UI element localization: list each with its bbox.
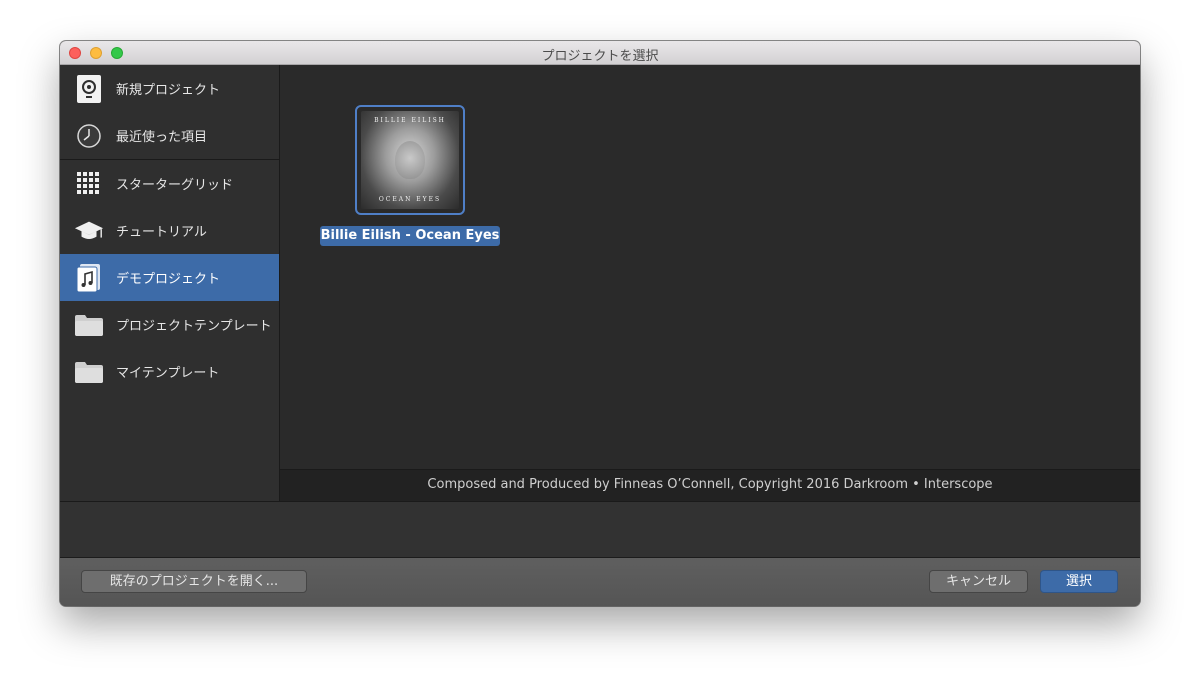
album-art-artist: BILLIE EILISH xyxy=(374,117,446,124)
sidebar-item-my-templates[interactable]: マイテンプレート xyxy=(60,348,279,395)
new-project-icon xyxy=(74,74,104,104)
clock-icon xyxy=(74,121,104,151)
footer-bar: 既存のプロジェクトを開く... キャンセル 選択 xyxy=(60,557,1140,606)
sidebar-item-label: マイテンプレート xyxy=(116,366,220,381)
title-bar[interactable]: プロジェクトを選択 xyxy=(60,41,1140,65)
grid-icon xyxy=(74,169,104,199)
sidebar-item-recent[interactable]: 最近使った項目 xyxy=(60,112,279,159)
folder-icon xyxy=(74,357,104,387)
sidebar-item-project-templates[interactable]: プロジェクトテンプレート xyxy=(60,301,279,348)
sidebar-item-label: 新規プロジェクト xyxy=(116,83,221,98)
project-description: Composed and Produced by Finneas O’Conne… xyxy=(280,469,1140,501)
sidebar-item-tutorials[interactable]: チュートリアル xyxy=(60,207,279,254)
folder-icon xyxy=(74,310,104,340)
open-existing-project-button[interactable]: 既存のプロジェクトを開く... xyxy=(81,570,307,593)
sidebar-item-label: デモプロジェクト xyxy=(116,272,221,287)
music-document-icon xyxy=(74,263,104,293)
sidebar-item-label: 最近使った項目 xyxy=(116,130,208,145)
project-chooser-window: プロジェクトを選択 新規プロジェクト 最近使った項目 スターターグリッド チュー… xyxy=(60,41,1140,606)
project-browser: BILLIE EILISH OCEAN EYES Billie Eilish -… xyxy=(280,65,1140,469)
sidebar-item-starter-grid[interactable]: スターターグリッド xyxy=(60,160,279,207)
sidebar: 新規プロジェクト 最近使った項目 スターターグリッド チュートリアル デモプロジ… xyxy=(60,65,280,501)
select-button[interactable]: 選択 xyxy=(1040,570,1118,593)
sidebar-item-label: プロジェクトテンプレート xyxy=(116,319,272,334)
sidebar-item-label: チュートリアル xyxy=(116,225,207,240)
album-art-portrait xyxy=(395,141,425,179)
album-art-image: BILLIE EILISH OCEAN EYES xyxy=(361,111,459,209)
sidebar-item-demo-projects[interactable]: デモプロジェクト xyxy=(60,254,279,301)
cancel-button[interactable]: キャンセル xyxy=(929,570,1028,593)
window-title: プロジェクトを選択 xyxy=(541,49,659,64)
project-name-label[interactable]: Billie Eilish - Ocean Eyes xyxy=(320,226,500,246)
album-art-title: OCEAN EYES xyxy=(378,196,442,203)
sidebar-item-label: スターターグリッド xyxy=(116,178,234,193)
details-area xyxy=(60,501,1140,557)
graduation-cap-icon xyxy=(74,216,104,246)
sidebar-item-new-project[interactable]: 新規プロジェクト xyxy=(60,65,279,112)
project-thumbnail[interactable]: BILLIE EILISH OCEAN EYES xyxy=(355,105,465,215)
